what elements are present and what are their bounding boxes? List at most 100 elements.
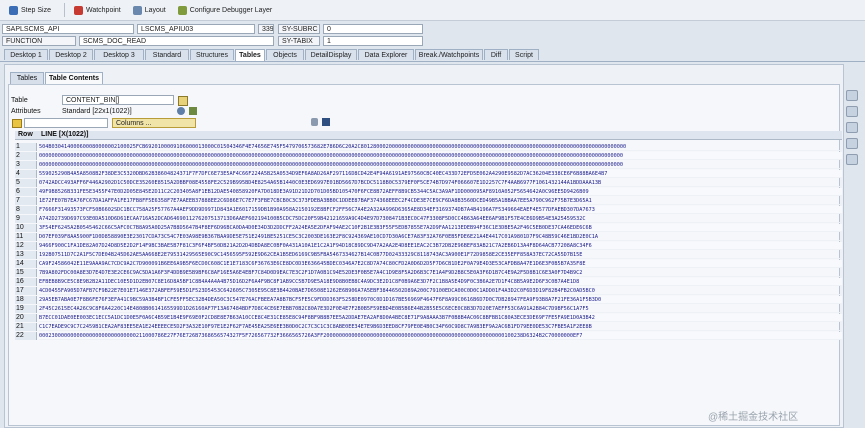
close-tool-icon[interactable] <box>846 90 858 101</box>
table-row: 4 559025290B4A5A8508B2F38DE3C5320DBD62B38… <box>15 170 842 178</box>
row-value[interactable]: F7666F31493573FCF50B6602SDC1BCC758A25F57… <box>39 206 842 214</box>
table-row: 14 CA9F24586042E11E9AAA9AC7CDC9A2C7D90009… <box>15 260 842 268</box>
row-number: 8 <box>15 206 37 214</box>
tab-desktop-1[interactable]: Desktop 1 <box>4 49 48 60</box>
tab-detaildisplay[interactable]: DetailDisplay <box>305 49 357 60</box>
sysvar-subrc-value: 0 <box>323 24 423 34</box>
row-value[interactable]: 49F9B8526B331FE5E3455F47E0D2D05E845E2D11… <box>39 188 842 196</box>
row-number: 2 <box>15 152 37 160</box>
include-field: LSCMS_APIU03 <box>137 24 255 34</box>
row-value[interactable]: 2F45C2615EC4A26C9C8F6A4220C14E4808B06141… <box>39 305 842 313</box>
row-value[interactable]: B7ECC01DAE0EE003EC1ECC5A1DC1D0E5F0A6C4B5… <box>39 314 842 322</box>
tab-tables[interactable]: Tables <box>235 49 265 61</box>
row-value[interactable]: 0002300000000000000000000000000211000786… <box>39 332 842 340</box>
table-row: 9 A742D2739D697C93E0DA510D6D61ECAA716A52D… <box>15 215 842 223</box>
row-value[interactable]: 3F54EF6245A2B0545462C66C5AFC0C7B8A95A0D2… <box>39 224 842 232</box>
row-number: 14 <box>15 260 37 268</box>
table-row: 3 000000000000000000000000000000000000000… <box>15 161 842 169</box>
row-value[interactable]: EFBEB8B9CE5C8E9B2B2A11DEC10E5D1D2EB07C8E… <box>39 278 842 286</box>
row-number: 7 <box>15 197 37 205</box>
watchpoint-button[interactable]: Watchpoint <box>71 3 124 17</box>
row-number: 20 <box>15 314 37 322</box>
tab-break-watchpoints[interactable]: Break./Watchpoints <box>415 49 483 60</box>
tab-desktop-3[interactable]: Desktop 3 <box>94 49 144 60</box>
type-field: FUNCTION <box>2 36 76 46</box>
step-icon <box>9 5 18 15</box>
row-number: 10 <box>15 224 37 232</box>
row-value[interactable]: D07EF039F8AA5900F1D0D858890E3E23017CDA73… <box>39 233 842 241</box>
line-number-field: 339 <box>258 24 274 34</box>
table-row: 13 192B07511D7C2A1F5C7DE04B245D62AE5AA668… <box>15 251 842 259</box>
lock-icon[interactable] <box>311 118 318 126</box>
table-row: 7 1E72FE07B7EA76FC67DA1AFFA1FE17FB8FF5E63… <box>15 197 842 205</box>
row-value[interactable]: 29A5EB7ABA0E7F8B6FE76F3EFA41C9BC59A3B4BF… <box>39 296 842 304</box>
tab-structures[interactable]: Structures <box>190 49 234 60</box>
services-tool-icon[interactable] <box>846 138 858 149</box>
configure-label: Configure Debugger Layer <box>189 6 273 14</box>
tab-script[interactable]: Script <box>509 49 539 60</box>
row-value[interactable]: 4CD0455FA905D7AFB7CF9B22E7E01E7146E372AB… <box>39 287 842 295</box>
row-value[interactable]: 9466F900C1FA1DE82A07D24D8D5E2D2F14F9BC3B… <box>39 242 842 250</box>
row-value[interactable]: CA9F24586042E11E9AAA9AC7CDC9A2C7D900091B… <box>39 260 842 268</box>
table-grid-header: Row LINE [X(1022)] <box>15 131 842 140</box>
columns-button[interactable]: Columns ... <box>112 118 196 128</box>
row-number: 22 <box>15 332 37 340</box>
subtab-table-contents[interactable]: Table Contents <box>45 72 103 84</box>
row-number: 11 <box>15 233 37 241</box>
swap-tool-icon[interactable] <box>846 122 858 133</box>
settings-icon[interactable] <box>177 107 185 115</box>
row-number: 18 <box>15 296 37 304</box>
table-row: 1 504B030414000600080000002100025FCB69201… <box>15 143 842 151</box>
row-value[interactable]: 0742ADCC493AFF6F446A2902D1C50DCE35260E85… <box>39 179 842 187</box>
tab-data-explorer[interactable]: Data Explorer <box>358 49 414 60</box>
tool-icon[interactable] <box>189 107 197 115</box>
table-row: 10 3F54EF6245A2B0545462C66C5AFC0C7B8A95A0… <box>15 224 842 232</box>
row-value[interactable]: 504B030414000600080000002100025FCB692010… <box>39 143 842 151</box>
row-number: 19 <box>15 305 37 313</box>
maximize-tool-icon[interactable] <box>846 106 858 117</box>
column-header-line[interactable]: LINE [X(1022)] <box>41 131 88 139</box>
row-number: 1 <box>15 143 37 151</box>
tab-standard[interactable]: Standard <box>145 49 189 60</box>
table-row: 15 7B9A802FDC00A8E3D7E4D7E3E2CE6C9AC5DA1A… <box>15 269 842 277</box>
row-value[interactable]: 1E72FE07B7EA76FC67DA1AFFA1FE17FB8FF5E635… <box>39 197 842 205</box>
row-value[interactable]: 0000000000000000000000000000000000000000… <box>39 161 842 169</box>
table-row: 5 0742ADCC493AFF6F446A2902D1C50DCE35260E8… <box>15 179 842 187</box>
row-value[interactable]: 0000000000000000000000000000000000000000… <box>39 152 842 160</box>
row-value[interactable]: C1C7EADE9C9C7C2459B1CEA2AF83EE5EA1E24EEE… <box>39 323 842 331</box>
watchpoint-icon <box>73 5 83 15</box>
row-number: 12 <box>15 242 37 250</box>
debugger-toolbar: Step Size Watchpoint Layout Configure De… <box>0 0 865 21</box>
row-number: 4 <box>15 170 37 178</box>
new-tool-icon[interactable] <box>846 154 858 165</box>
table-row: 12 9466F900C1FA1DE82A07D24D8D5E2D2F14F9BC… <box>15 242 842 250</box>
row-value[interactable]: 192B07511D7C2A1F5C7DE04B245D62AE5AA668E2… <box>39 251 842 259</box>
tab-desktop-2[interactable]: Desktop 2 <box>49 49 93 60</box>
layout-button[interactable]: Layout <box>130 3 169 17</box>
attributes-label: Attributes <box>11 108 41 115</box>
table-row: 22 00023000000000000000000000000002110007… <box>15 332 842 340</box>
row-value[interactable]: A742D2739D697C93E0DA510D6D61ECAA716A52DC… <box>39 215 842 223</box>
filter-input[interactable] <box>24 118 108 128</box>
program-field: SAPLSCMS_API <box>2 24 134 34</box>
sysvar-subrc-name: SY-SUBRC <box>278 24 320 34</box>
table-name-input[interactable]: CONTENT_BIN[] <box>62 95 174 105</box>
toolbar-separator <box>63 3 65 17</box>
tab-diff[interactable]: Diff <box>484 49 508 60</box>
step-size-button[interactable]: Step Size <box>6 3 54 17</box>
configure-debugger-layer-button[interactable]: Configure Debugger Layer <box>175 3 276 17</box>
layout-label: Layout <box>144 6 166 14</box>
pin-icon[interactable] <box>12 119 22 128</box>
sysvar-tabix-value: 1 <box>323 36 423 46</box>
subtab-tables[interactable]: Tables <box>10 72 44 84</box>
table-row: 19 2F45C2615EC4A26C9C8F6A4220C14E4808B061… <box>15 305 842 313</box>
row-value[interactable]: 7B9A802FDC00A8E3D7E4D7E3E2CE6C9AC5DA1A6F… <box>39 269 842 277</box>
table-row: 16 EFBEB8B9CE5C8E9B2B2A11DEC10E5D1D2EB07C… <box>15 278 842 286</box>
tab-objects[interactable]: Objects <box>266 49 304 60</box>
save-icon[interactable] <box>322 118 330 126</box>
row-number: 3 <box>15 161 37 169</box>
table-picker-icon[interactable] <box>178 96 188 106</box>
row-value[interactable]: 559025290B4A5A8508B2F38DE3C5320DBD62B386… <box>39 170 842 178</box>
column-header-row[interactable]: Row <box>18 131 33 139</box>
right-tool-strip <box>846 90 860 170</box>
